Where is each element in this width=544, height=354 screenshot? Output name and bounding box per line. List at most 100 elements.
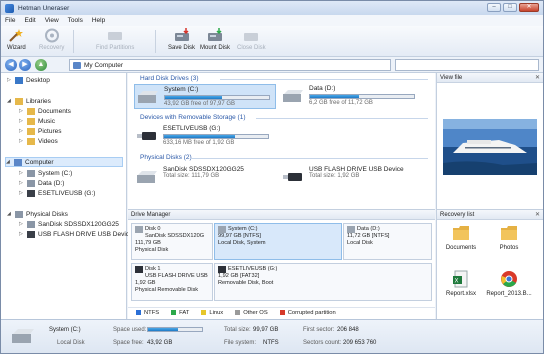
recovery-icon bbox=[44, 28, 60, 43]
partition-icon bbox=[218, 226, 226, 233]
sectors-count-label: Sectors count: bbox=[303, 340, 342, 346]
hard-drive-icon bbox=[283, 90, 303, 102]
recovery-item-documents[interactable]: Documents bbox=[439, 224, 483, 251]
view-file-header: View file ✕ bbox=[437, 73, 543, 83]
tree-item-sandisk[interactable]: ▷ SanDisk SDSSDX120GG25 bbox=[19, 219, 119, 229]
view-file-panel: View file ✕ bbox=[436, 73, 543, 209]
back-icon[interactable]: ◀ bbox=[5, 59, 17, 71]
menu-help[interactable]: Help bbox=[92, 17, 105, 24]
recovery-item-photos[interactable]: Photos bbox=[487, 224, 531, 251]
partition-data-d[interactable]: Data (D:) 11,72 GB [NTFS] Local Disk bbox=[343, 223, 432, 260]
tree-item-usb-flash[interactable]: ▷ USB FLASH DRIVE USB Device bbox=[19, 229, 133, 239]
close-disk-button[interactable]: Close Disk bbox=[237, 28, 266, 56]
save-disk-button[interactable]: Save Disk bbox=[168, 28, 195, 56]
tree-item-computer[interactable]: ◢ Computer bbox=[5, 157, 123, 167]
disk-sandisk[interactable]: SanDisk SDSSDX120GG25 Total size: 111,79 … bbox=[134, 165, 276, 185]
partition-system-c[interactable]: System (C:) 99,97 GB [NTFS] Local Disk, … bbox=[214, 223, 342, 260]
disk-usb-flash[interactable]: USB FLASH DRIVE USB Device Total size: 1,… bbox=[280, 165, 430, 185]
minimize-button[interactable]: – bbox=[487, 3, 501, 12]
up-icon[interactable]: ▲ bbox=[35, 59, 47, 71]
menu-tools[interactable]: Tools bbox=[68, 17, 83, 24]
folder-icon bbox=[501, 226, 517, 240]
videos-icon bbox=[27, 137, 35, 145]
tree-item-music[interactable]: ▷ Music bbox=[19, 116, 55, 126]
close-button[interactable]: ✕ bbox=[519, 3, 539, 12]
space-free-value: 43,92 GB bbox=[147, 340, 173, 346]
drive-data-d[interactable]: Data (D:) 6,2 GB free of 11,72 GB bbox=[280, 84, 430, 107]
search-input[interactable] bbox=[395, 59, 539, 71]
address-field[interactable]: My Computer bbox=[69, 59, 391, 71]
drive-eset-g[interactable]: ESETLIVEUSB (G:) 633,16 MB free of 1,92 G… bbox=[134, 124, 276, 147]
disk-0-card[interactable]: Disk 0 SanDisk SDSSDX120G 111,79 GB Physi… bbox=[131, 223, 213, 260]
first-sector-value: 206 848 bbox=[337, 327, 359, 333]
legend-corrupted: Corrupted partition bbox=[279, 310, 336, 317]
tree-item-documents[interactable]: ▷ Documents bbox=[19, 106, 71, 116]
usb-drive-icon bbox=[137, 132, 156, 140]
find-partitions-button[interactable]: Find Partitions bbox=[96, 28, 134, 56]
usb-drive-icon bbox=[218, 266, 226, 273]
menu-edit[interactable]: Edit bbox=[24, 17, 35, 24]
wizard-button[interactable]: Wizard bbox=[7, 28, 26, 56]
address-path: My Computer bbox=[84, 61, 124, 69]
legend-fat: FAT bbox=[171, 310, 189, 317]
sectors-count-value: 209 653 760 bbox=[343, 340, 377, 346]
tree-item-pictures[interactable]: ▷ Pictures bbox=[19, 126, 61, 136]
tree-item-physical-disks[interactable]: ◢ Physical Disks bbox=[7, 209, 68, 219]
recovery-button[interactable]: Recovery bbox=[39, 28, 64, 56]
space-free-label: Space free: bbox=[113, 340, 144, 346]
close-icon[interactable]: ✕ bbox=[535, 73, 540, 83]
status-drive-name: System (C:) bbox=[49, 327, 81, 333]
mount-disk-icon bbox=[207, 28, 223, 43]
partition-legend: NTFS FAT Linux Other OS Corrupted partit… bbox=[128, 307, 435, 319]
tree-item-data-d[interactable]: ▷ Data (D:) bbox=[19, 178, 64, 188]
partition-eset-g[interactable]: ESETLIVEUSB (G:) 1,92 GB [FAT32] Removab… bbox=[214, 263, 432, 301]
close-icon[interactable]: ✕ bbox=[535, 210, 540, 220]
computer-icon bbox=[73, 61, 81, 69]
pictures-icon bbox=[27, 127, 35, 135]
tree-item-desktop[interactable]: ▷ Desktop bbox=[7, 75, 50, 85]
usage-bar bbox=[164, 95, 270, 100]
status-drive-type: Local Disk bbox=[57, 340, 85, 346]
drive-list-panel: Hard Disk Drives (3) System (C:) 43,92 GB… bbox=[128, 73, 435, 209]
section-removable: Devices with Removable Storage (1) bbox=[140, 114, 246, 121]
disk-icon bbox=[135, 226, 143, 233]
forward-icon[interactable]: ▶ bbox=[19, 59, 31, 71]
hard-drive-icon bbox=[12, 329, 34, 343]
total-size-label: Total size: bbox=[224, 327, 251, 333]
space-used-label: Space used: bbox=[113, 327, 147, 333]
menu-file[interactable]: File bbox=[5, 17, 15, 24]
computer-icon bbox=[14, 158, 22, 166]
usb-drive-icon bbox=[27, 189, 35, 197]
maximize-button[interactable]: □ bbox=[503, 3, 517, 12]
usb-drive-icon bbox=[135, 266, 143, 273]
usb-drive-icon bbox=[27, 230, 35, 238]
drive-system-c[interactable]: System (C:) 43,92 GB free of 97,97 GB bbox=[134, 84, 276, 109]
first-sector-label: First sector: bbox=[303, 327, 335, 333]
tree-item-eset-g[interactable]: ▷ ESETLIVEUSB (G:) bbox=[19, 188, 95, 198]
disk-1-card[interactable]: Disk 1 USB FLASH DRIVE USB 1,92 GB Physic… bbox=[131, 263, 213, 301]
hard-drive-icon bbox=[138, 91, 158, 103]
excel-file-icon: X bbox=[453, 270, 468, 288]
total-size-value: 99,97 GB bbox=[253, 327, 279, 333]
tree-item-libraries[interactable]: ◢ Libraries bbox=[7, 96, 51, 106]
file-system-value: NTFS bbox=[263, 340, 279, 346]
drive-manager-panel: Drive Manager Disk 0 SanDisk SDSSDX120G 1… bbox=[128, 209, 435, 319]
tree-item-system-c[interactable]: ▷ System (C:) bbox=[19, 168, 72, 178]
recovery-list-header: Recovery list ✕ bbox=[437, 210, 543, 220]
section-divider bbox=[220, 79, 428, 80]
recovery-list-panel: Recovery list ✕ Documents Photos X Report… bbox=[436, 209, 543, 319]
window-title: Hetman Uneraser bbox=[18, 4, 70, 12]
close-disk-icon bbox=[243, 28, 259, 43]
usage-bar bbox=[309, 94, 415, 99]
recovery-item-report-xlsx[interactable]: X Report.xlsx bbox=[439, 270, 483, 297]
drive-icon bbox=[27, 179, 35, 187]
tree-item-videos[interactable]: ▷ Videos bbox=[19, 136, 58, 146]
menu-view[interactable]: View bbox=[45, 17, 59, 24]
space-used-bar bbox=[147, 327, 203, 332]
chrome-icon bbox=[501, 271, 517, 287]
mount-disk-button[interactable]: Mount Disk bbox=[200, 28, 230, 56]
drive-manager-header: Drive Manager bbox=[128, 210, 435, 220]
section-divider bbox=[190, 158, 428, 159]
recovery-item-report-2013[interactable]: Report_2013.B... bbox=[486, 270, 532, 297]
physical-disks-icon bbox=[15, 210, 23, 218]
